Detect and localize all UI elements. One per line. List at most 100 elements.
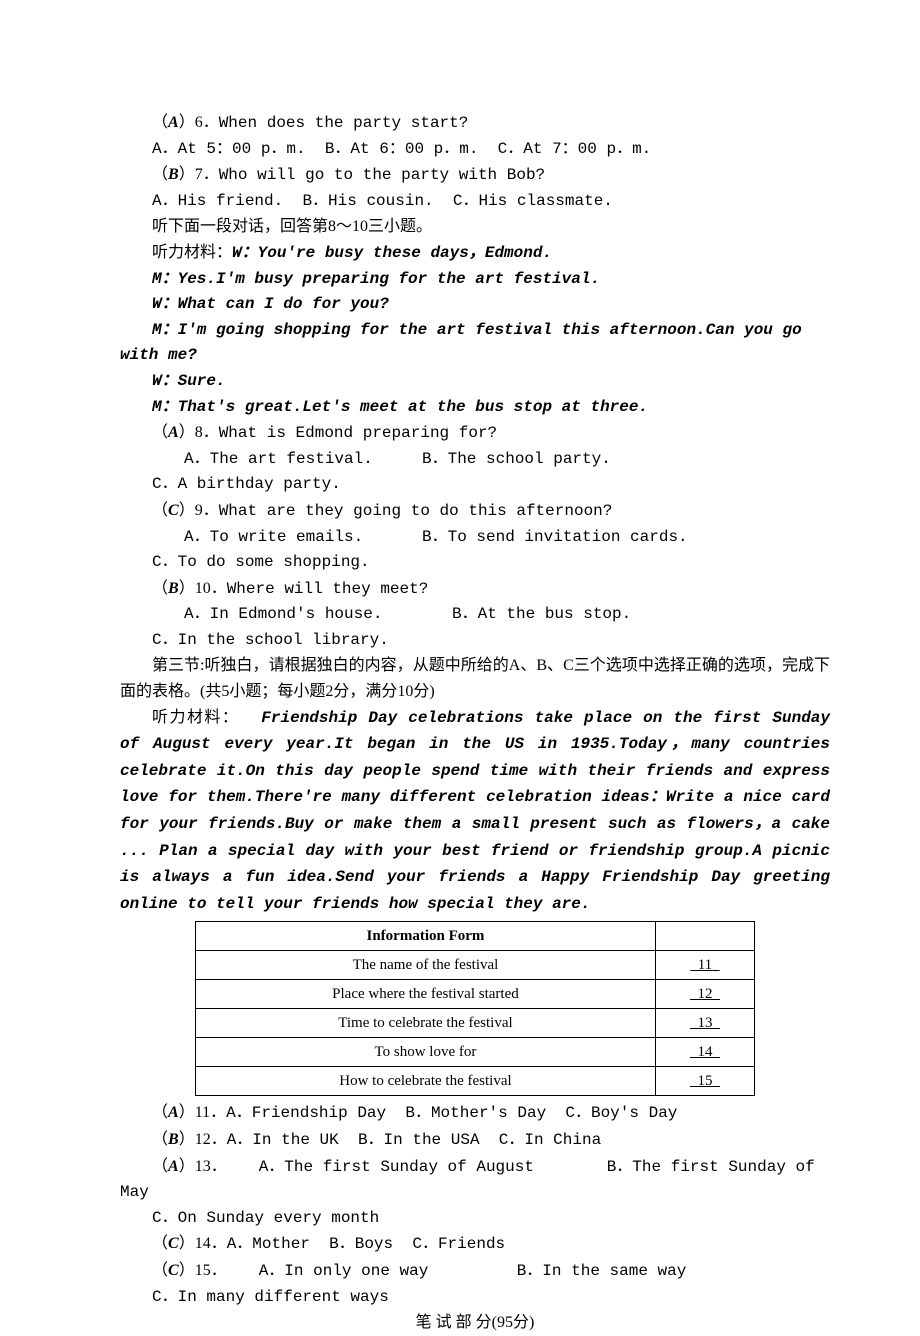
question-7-text: Who will go to the party with Bob? [219, 166, 545, 184]
table-blank-2: 12 [655, 980, 754, 1009]
q15-opt-a: A．In only one way [227, 1259, 517, 1285]
q10-opt-b: B．At the bus stop. [452, 605, 631, 623]
question-8-options: A．The art festival.B．The school party. [120, 447, 830, 473]
question-10-options: A．In Edmond's house.B．At the bus stop. [120, 602, 830, 628]
q14-opt-c: C．Friends [412, 1235, 505, 1253]
answer-9: C [168, 502, 179, 519]
paren-close-num: ）9． [179, 502, 219, 519]
information-form-table: Information Form The name of the festiva… [195, 921, 755, 1096]
q9-opt-b: B．To send invitation cards. [422, 528, 688, 546]
q12-opt-a: A．In the UK [227, 1131, 339, 1149]
table-row: To show love for 14 [196, 1038, 755, 1067]
script-2-line-1: 听力材料：W：You're busy these days，Edmond. [120, 240, 830, 267]
q15-opt-b: B．In the same way [517, 1262, 687, 1280]
answer-10: B [168, 580, 179, 597]
script-2-l4: M：I'm going shopping for the art festiva… [120, 318, 830, 369]
written-part-header: 笔 试 部 分(95分) [120, 1310, 830, 1336]
paren-open: （ [152, 1104, 168, 1121]
table-label-5: How to celebrate the festival [196, 1067, 656, 1096]
paren-close-num: ）13． [179, 1158, 227, 1175]
q6-opt-a: A．At 5：00 p．m. [152, 140, 306, 158]
table-label-3: Time to celebrate the festival [196, 1009, 656, 1038]
q12-opt-b: B．In the USA [358, 1131, 480, 1149]
q10-opt-c: C．In the school library. [120, 628, 830, 654]
paren-close-num: ）14． [179, 1235, 227, 1252]
question-13: （A）13．A．The first Sunday of AugustB．The … [120, 1154, 830, 1206]
dialog-lead-2: 听下面一段对话，回答第8～10三小题。 [120, 214, 830, 240]
question-9: （C）9．What are they going to do this afte… [120, 498, 830, 525]
table-label-2: Place where the festival started [196, 980, 656, 1009]
table-blank-3: 13 [655, 1009, 754, 1038]
q6-opt-b: B．At 6：00 p．m. [325, 140, 479, 158]
table-header-row: Information Form [196, 922, 755, 951]
paren-open: （ [152, 166, 168, 183]
table-label-4: To show love for [196, 1038, 656, 1067]
q15-opt-c: C．In many different ways [120, 1285, 830, 1311]
question-9-text: What are they going to do this afternoon… [219, 502, 613, 520]
answer-7: B [168, 166, 179, 183]
q11-opt-c: C．Boy's Day [565, 1104, 677, 1122]
paren-open: （ [152, 580, 168, 597]
q8-opt-a: A．The art festival. [152, 447, 422, 473]
paren-open: （ [152, 1158, 168, 1175]
q10-opt-a: A．In Edmond's house. [152, 602, 452, 628]
table-row: How to celebrate the festival 15 [196, 1067, 755, 1096]
section-3-header: 第三节:听独白，请根据独白的内容，从题中所给的A、B、C三个选项中选择正确的选项… [120, 653, 830, 704]
answer-14: C [168, 1235, 179, 1252]
question-6-text: When does the party start? [219, 114, 469, 132]
q7-opt-b: B．His cousin. [302, 192, 433, 210]
q8-opt-c: C．A birthday party. [120, 472, 830, 498]
table-blank-1: 11 [655, 951, 754, 980]
answer-6: A [168, 114, 179, 131]
table-blank-5: 15 [655, 1067, 754, 1096]
question-15: （C）15．A．In only one wayB．In the same way [120, 1258, 830, 1285]
q9-opt-c: C．To do some shopping. [120, 550, 830, 576]
paren-close-num: ）15． [179, 1262, 227, 1279]
question-6-options: A．At 5：00 p．m. B．At 6：00 p．m. C．At 7：00 … [120, 137, 830, 163]
passage-lead: 听力材料： [152, 709, 239, 726]
answer-11: A [168, 1104, 179, 1121]
question-7: （B）7．Who will go to the party with Bob? [120, 162, 830, 189]
question-7-options: A．His friend. B．His cousin. C．His classm… [120, 189, 830, 215]
q9-opt-a: A．To write e­mails. [152, 525, 422, 551]
q13-opt-c: C．On Sunday every month [120, 1206, 830, 1232]
question-8-text: What is Edmond preparing for? [219, 424, 497, 442]
q7-opt-a: A．His friend. [152, 192, 283, 210]
paren-close-num: ）7． [179, 166, 219, 183]
question-8: （A）8．What is Edmond preparing for? [120, 420, 830, 447]
paren-close-num: ）6． [179, 114, 219, 131]
answer-15: C [168, 1262, 179, 1279]
paren-close-num: ）12． [179, 1131, 227, 1148]
answer-13: A [168, 1158, 179, 1175]
q8-opt-b: B．The school party. [422, 450, 611, 468]
paren-close-num: ）11． [179, 1104, 226, 1121]
q14-opt-b: B．Boys [329, 1235, 393, 1253]
q11-opt-a: A．Friendship Day [226, 1104, 386, 1122]
question-6: （A）6．When does the party start? [120, 110, 830, 137]
script-label: 听力材料： [152, 244, 232, 261]
table-row: Place where the festival started 12 [196, 980, 755, 1009]
script-2-l1: W：You're busy these days，Edmond. [232, 244, 552, 262]
paren-open: （ [152, 1235, 168, 1252]
passage-body: Friendship Day celebrations take place o… [120, 709, 830, 913]
table-header: Information Form [196, 922, 656, 951]
paren-close-num: ）10． [179, 580, 227, 597]
table-row: The name of the festival 11 [196, 951, 755, 980]
paren-open: （ [152, 502, 168, 519]
paren-open: （ [152, 424, 168, 441]
table-header-empty [655, 922, 754, 951]
question-12: （B）12．A．In the UK B．In the USA C．In Chin… [120, 1127, 830, 1154]
question-11: （A）11．A．Friendship Day B．Mother's Day C．… [120, 1100, 830, 1127]
script-2-l5: W：Sure. [120, 369, 830, 395]
table-label-1: The name of the festival [196, 951, 656, 980]
q12-opt-c: C．In China [499, 1131, 601, 1149]
script-2-l6: M：That's great.Let's meet at the bus sto… [120, 395, 830, 421]
paren-open: （ [152, 1131, 168, 1148]
question-9-options: A．To write e­mails.B．To send invitation … [120, 525, 830, 551]
paren-open: （ [152, 114, 168, 131]
script-2-l3: W：What can I do for you? [120, 292, 830, 318]
question-14: （C）14．A．Mother B．Boys C．Friends [120, 1231, 830, 1258]
answer-12: B [168, 1131, 179, 1148]
question-10: （B）10．Where will they meet? [120, 576, 830, 603]
answer-8: A [168, 424, 179, 441]
